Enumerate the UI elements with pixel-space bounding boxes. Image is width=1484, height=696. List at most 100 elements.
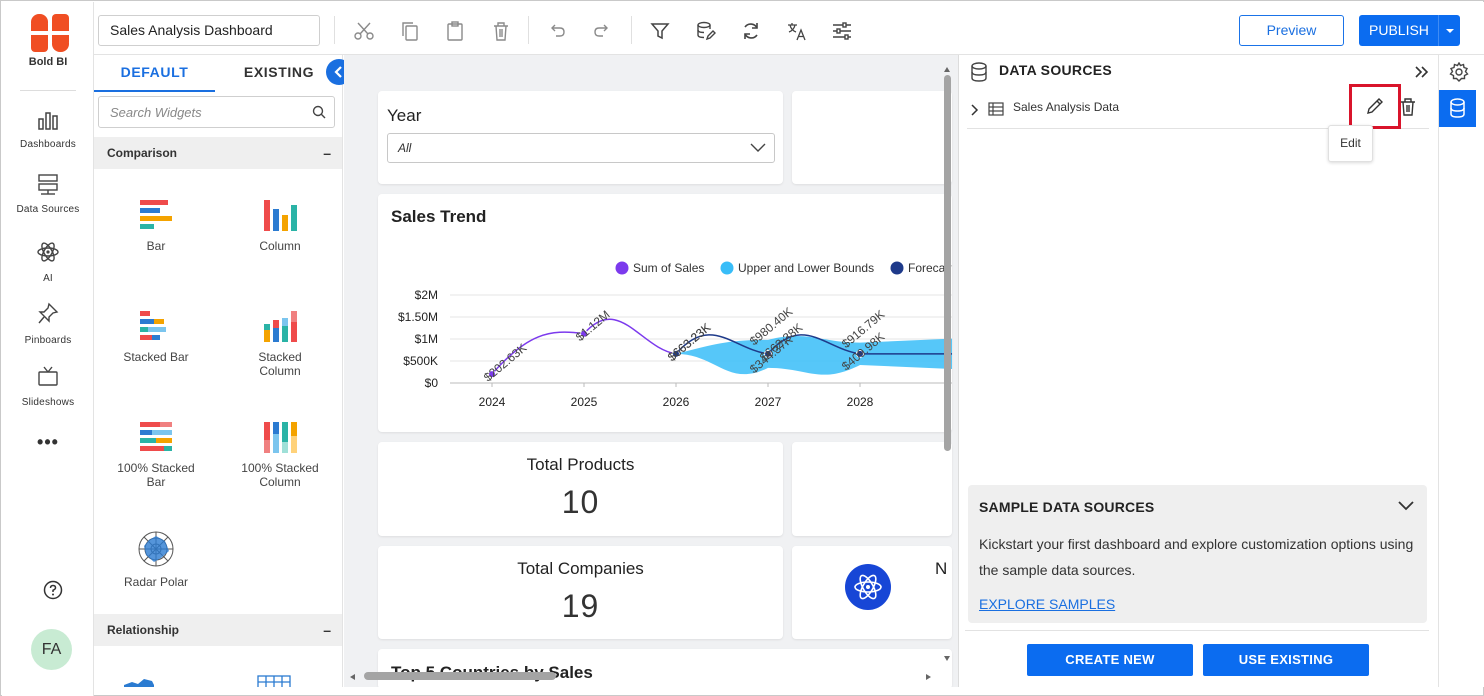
y-tick-label: $1.50M <box>398 310 438 324</box>
y-tick-label: $500K <box>403 354 438 368</box>
column-widget-icon <box>264 200 297 231</box>
translate-icon[interactable] <box>786 20 808 42</box>
widget-100-stacked-column[interactable]: 100% Stacked Column <box>218 419 342 489</box>
undo-icon[interactable] <box>546 20 568 42</box>
year-dropdown[interactable]: All <box>387 133 775 163</box>
kpi-value: 19 <box>561 588 600 624</box>
redo-icon[interactable] <box>591 20 613 42</box>
chevron-down-icon[interactable] <box>1398 501 1414 511</box>
tv-icon <box>38 366 58 386</box>
data-label: $202.63K <box>481 341 529 385</box>
legend-marker <box>720 261 734 275</box>
widget-card-partial <box>792 442 952 536</box>
scroll-up-icon[interactable] <box>942 65 952 73</box>
nav-dashboards[interactable]: Dashboards <box>2 110 94 152</box>
horizontal-scroll-thumb[interactable] <box>364 672 556 680</box>
double-chevron-right-icon[interactable] <box>1414 65 1430 79</box>
dashboard-name-input[interactable]: Sales Analysis Dashboard <box>98 15 320 46</box>
trash-icon[interactable] <box>1400 98 1416 116</box>
widget-label: Column <box>259 239 301 253</box>
delete-icon[interactable] <box>490 20 512 42</box>
explore-samples-link[interactable]: EXPLORE SAMPLES <box>979 596 1115 612</box>
ai-card-partial: N <box>792 546 952 639</box>
more-menu-button[interactable]: ••• <box>2 432 94 453</box>
chevron-right-icon[interactable] <box>969 103 979 117</box>
widget-bar[interactable]: Bar <box>94 197 218 253</box>
widget-column[interactable]: Column <box>218 197 342 253</box>
grid-widget-icon[interactable] <box>257 675 291 687</box>
database-icon <box>1450 98 1465 118</box>
copy-icon[interactable] <box>399 20 421 42</box>
x-tick-label: 2026 <box>663 395 690 409</box>
nav-pinboards[interactable]: Pinboards <box>2 302 94 348</box>
top-countries-card: Top 5 Countries by Sales <box>378 649 952 687</box>
filter-label: Year <box>387 106 422 125</box>
nav-ai[interactable]: AI <box>2 240 94 286</box>
scroll-right-icon[interactable] <box>925 672 933 682</box>
widget-100-stacked-bar[interactable]: 100% Stacked Bar <box>94 419 218 489</box>
preview-button[interactable]: Preview <box>1239 15 1344 46</box>
datasource-panel-toggle[interactable] <box>1439 90 1476 127</box>
paste-icon[interactable] <box>444 20 466 42</box>
x-tick-label: 2025 <box>571 395 598 409</box>
sales-trend-chart: Sum of Sales Upper and Lower Bounds Foreca… <box>398 261 952 409</box>
filter-icon[interactable] <box>649 20 671 42</box>
sample-datasources-section: SAMPLE DATA SOURCES Kickstart your first… <box>968 485 1427 623</box>
rail-divider <box>20 90 76 91</box>
publish-label: PUBLISH <box>1369 22 1429 38</box>
legend-marker <box>615 261 629 275</box>
nav-slideshows[interactable]: Slideshows <box>2 366 94 410</box>
widget-stacked-bar[interactable]: Stacked Bar <box>94 308 218 364</box>
y-tick-label: $0 <box>425 376 439 390</box>
dashboard-canvas: Year All Sales Trend Sum of Sales Upper a… <box>344 55 958 687</box>
toolbar-divider <box>334 16 335 44</box>
widget-radar-polar[interactable]: Radar Polar <box>94 529 218 589</box>
scroll-left-icon[interactable] <box>348 672 356 682</box>
vertical-scroll-thumb[interactable] <box>944 75 951 451</box>
left-nav-rail: Bold BI Dashboards Data Sources AI Pinbo… <box>2 2 94 696</box>
widget-label: Bar <box>146 239 166 253</box>
publish-dropdown-toggle[interactable] <box>1438 15 1460 46</box>
user-avatar[interactable]: FA <box>31 629 72 670</box>
nav-data-sources[interactable]: Data Sources <box>2 173 94 217</box>
create-new-button[interactable]: CREATE NEW <box>1027 644 1193 676</box>
nav-label: AI <box>43 273 53 284</box>
category-relationship[interactable]: Relationship – <box>94 614 342 646</box>
scroll-down-icon[interactable] <box>942 655 952 663</box>
boldbi-logo[interactable] <box>31 14 69 52</box>
category-label: Relationship <box>107 623 180 637</box>
top-toolbar: Sales Analysis Dashboard Preview PUBLISH <box>94 2 1484 55</box>
search-icon[interactable] <box>312 105 326 119</box>
kpi-card-companies: Total Companies 19 <box>378 546 783 639</box>
relationship-widget-icon[interactable] <box>124 675 154 687</box>
category-comparison[interactable]: Comparison – <box>94 137 342 169</box>
edit-datasource-button[interactable] <box>1349 84 1401 129</box>
collapse-minus-icon[interactable]: – <box>323 145 331 161</box>
sales-trend-card: Sales Trend Sum of Sales Upper and Lower … <box>378 194 952 432</box>
pencil-icon <box>1367 98 1383 114</box>
cut-icon[interactable] <box>353 20 375 42</box>
logo-text: Bold BI <box>28 56 68 68</box>
search-widgets-input[interactable]: Search Widgets <box>98 96 335 128</box>
widget-card-partial <box>792 91 952 184</box>
server-icon <box>38 174 58 195</box>
publish-button[interactable]: PUBLISH <box>1359 15 1460 46</box>
refresh-icon[interactable] <box>740 20 762 42</box>
settings-sliders-icon[interactable] <box>831 20 853 42</box>
ai-assistant-button[interactable] <box>845 564 891 610</box>
use-existing-button[interactable]: USE EXISTING <box>1203 644 1369 676</box>
data-edit-icon[interactable] <box>695 20 717 42</box>
gear-icon[interactable] <box>1449 62 1469 82</box>
divider <box>965 630 1429 631</box>
widget-label: 100% Stacked Column <box>241 461 319 489</box>
help-icon[interactable] <box>43 580 63 600</box>
collapse-minus-icon[interactable]: – <box>323 622 331 638</box>
nav-label: Slideshows <box>21 397 75 408</box>
kpi-title: Total Products <box>526 455 635 474</box>
datasource-name: Sales Analysis Data <box>1013 100 1120 114</box>
tab-default[interactable]: DEFAULT <box>94 55 215 92</box>
tab-existing[interactable]: EXISTING <box>229 55 329 92</box>
widget-panel: DEFAULT EXISTING Search Widgets Comparis… <box>94 55 343 687</box>
bar-chart-icon <box>38 112 58 130</box>
widget-stacked-column[interactable]: Stacked Column <box>218 308 342 378</box>
